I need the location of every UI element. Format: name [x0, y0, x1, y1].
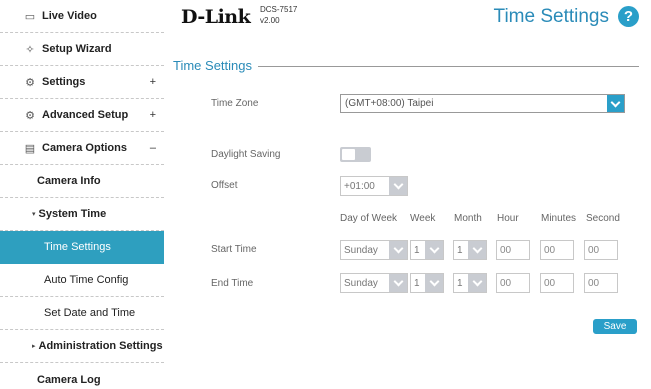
column-header-minutes: Minutes: [541, 213, 577, 224]
column-header-hour: Hour: [497, 213, 519, 224]
end-day-select[interactable]: Sunday: [340, 273, 408, 293]
help-icon[interactable]: ?: [618, 6, 639, 27]
column-header-second: Second: [586, 213, 620, 224]
sidebar-item-setup-wizard[interactable]: ✧ Setup Wizard: [0, 33, 164, 66]
chevron-down-icon[interactable]: [389, 177, 407, 195]
end-month-select[interactable]: 1: [453, 273, 487, 293]
sidebar-item-label: System Time: [38, 208, 107, 220]
expand-icon[interactable]: +: [150, 109, 156, 121]
sidebar: ▭ Live Video ✧ Setup Wizard ⚙ Settings +…: [0, 0, 164, 389]
chevron-down-icon[interactable]: [425, 241, 443, 259]
sidebar-item-label: Settings: [42, 76, 86, 88]
start-second-input[interactable]: 00: [584, 240, 618, 260]
end-month-value: 1: [457, 277, 463, 289]
start-week-select[interactable]: 1: [410, 240, 444, 260]
toggle-knob: [342, 149, 355, 160]
sidebar-item-live-video[interactable]: ▭ Live Video: [0, 0, 164, 33]
sidebar-item-label: Time Settings: [44, 241, 111, 253]
start-week-value: 1: [414, 244, 420, 256]
daylight-saving-toggle[interactable]: [340, 147, 371, 162]
column-header-week: Week: [410, 213, 436, 224]
end-time-label: End Time: [211, 278, 254, 289]
time-zone-label: Time Zone: [211, 98, 259, 109]
save-button[interactable]: Save: [593, 319, 637, 334]
start-hour-input[interactable]: 00: [496, 240, 530, 260]
sidebar-item-administration-settings[interactable]: ▸ Administration Settings: [0, 330, 164, 363]
chevron-down-icon[interactable]: [389, 274, 407, 292]
sidebar-item-label: Camera Options: [42, 142, 127, 154]
model-name: DCS-7517: [260, 5, 298, 14]
time-zone-value: (GMT+08:00) Taipei: [345, 98, 434, 109]
end-day-value: Sunday: [344, 277, 378, 289]
collapse-icon[interactable]: –: [150, 142, 156, 154]
page-title: Time Settings: [493, 6, 609, 27]
dlink-logo: D-Link: [181, 6, 251, 28]
start-day-value: Sunday: [344, 244, 378, 256]
sidebar-item-label: Live Video: [42, 10, 97, 22]
sidebar-item-camera-log[interactable]: Camera Log: [0, 363, 164, 389]
sidebar-item-camera-options[interactable]: ▤ Camera Options –: [0, 132, 164, 165]
column-header-month: Month: [454, 213, 482, 224]
firmware-version: v2.00: [260, 16, 280, 25]
end-minutes-input[interactable]: 00: [540, 273, 574, 293]
start-day-select[interactable]: Sunday: [340, 240, 408, 260]
wand-icon: ✧: [25, 43, 35, 56]
chevron-down-icon[interactable]: [468, 241, 486, 259]
advanced-gear-icon: ⚙: [25, 109, 35, 122]
start-month-value: 1: [457, 244, 463, 256]
start-time-label: Start Time: [211, 244, 257, 255]
chevron-down-icon[interactable]: [389, 241, 407, 259]
gear-icon: ⚙: [25, 76, 35, 89]
end-week-select[interactable]: 1: [410, 273, 444, 293]
chevron-down-icon[interactable]: [607, 95, 624, 112]
expand-icon[interactable]: +: [150, 76, 156, 88]
sidebar-item-label: Administration Settings: [38, 340, 163, 352]
chevron-down-icon[interactable]: [425, 274, 443, 292]
start-month-select[interactable]: 1: [453, 240, 487, 260]
end-week-value: 1: [414, 277, 420, 289]
sidebar-item-auto-time-config[interactable]: Auto Time Config: [0, 264, 164, 297]
sidebar-item-label: Advanced Setup: [42, 109, 129, 121]
end-hour-input[interactable]: 00: [496, 273, 530, 293]
sidebar-item-system-time[interactable]: ▾ System Time: [0, 198, 164, 231]
sidebar-item-camera-info[interactable]: Camera Info: [0, 165, 164, 198]
sidebar-item-label: Auto Time Config: [44, 274, 129, 286]
model-info: DCS-7517 v2.00: [260, 4, 297, 26]
offset-label: Offset: [211, 180, 238, 191]
offset-select[interactable]: +01:00: [340, 176, 408, 196]
column-header-day-of-week: Day of Week: [340, 213, 398, 224]
section-title: Time Settings: [173, 58, 258, 73]
camera-options-icon: ▤: [24, 142, 36, 155]
sidebar-item-label: Camera Info: [37, 175, 101, 187]
sidebar-item-advanced-setup[interactable]: ⚙ Advanced Setup +: [0, 99, 164, 132]
sidebar-item-set-date-and-time[interactable]: Set Date and Time: [0, 297, 164, 330]
start-minutes-input[interactable]: 00: [540, 240, 574, 260]
offset-value: +01:00: [344, 180, 375, 192]
sidebar-item-label: Set Date and Time: [44, 307, 136, 319]
sidebar-item-label: Setup Wizard: [42, 43, 112, 55]
sidebar-item-label: Camera Log: [37, 373, 101, 386]
time-zone-select[interactable]: (GMT+08:00) Taipei: [340, 94, 625, 113]
daylight-saving-label: Daylight Saving: [211, 149, 281, 160]
page: ▭ Live Video ✧ Setup Wizard ⚙ Settings +…: [0, 0, 651, 389]
chevron-down-icon[interactable]: [468, 274, 486, 292]
sidebar-item-settings[interactable]: ⚙ Settings +: [0, 66, 164, 99]
sidebar-item-time-settings[interactable]: Time Settings: [0, 231, 164, 264]
end-second-input[interactable]: 00: [584, 273, 618, 293]
caret-right-icon: ▸: [32, 343, 36, 350]
video-icon: ▭: [24, 10, 36, 23]
caret-down-icon: ▾: [32, 211, 36, 218]
